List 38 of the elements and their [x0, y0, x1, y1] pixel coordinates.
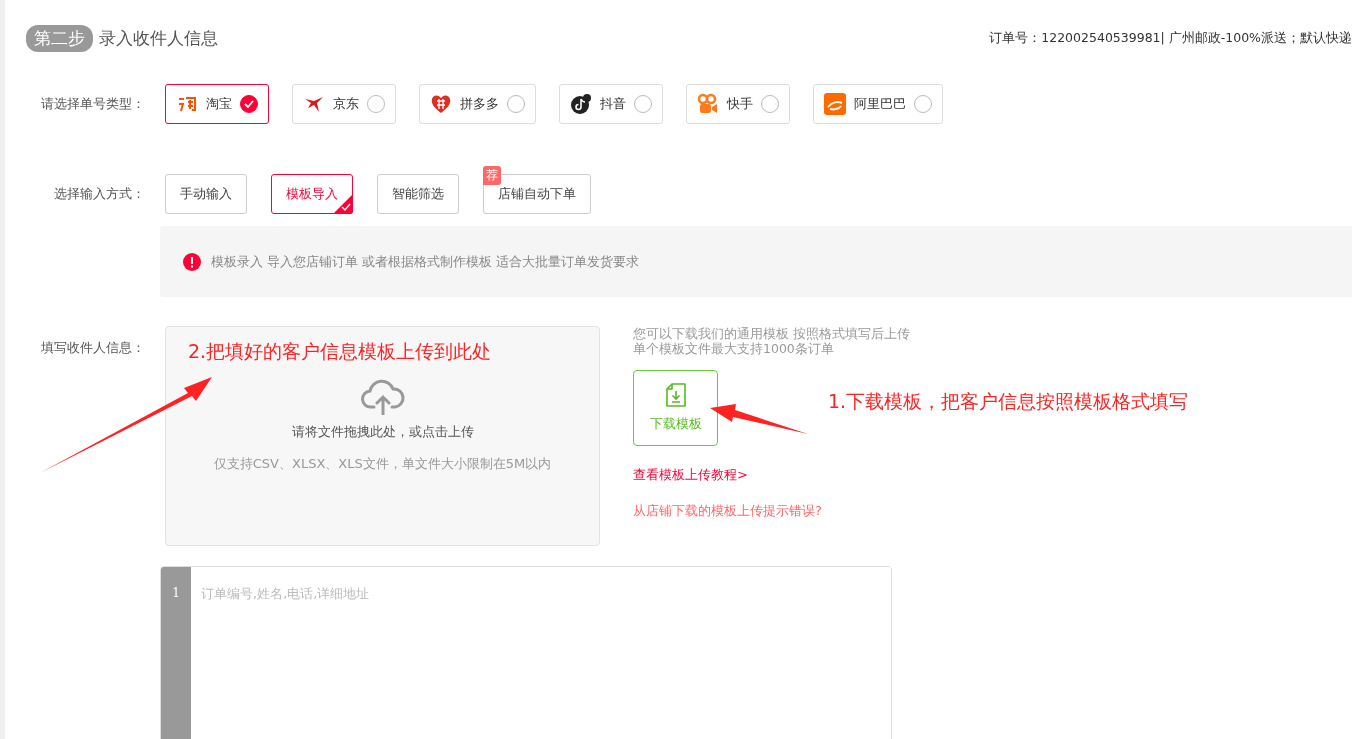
- radio-icon: [914, 95, 932, 113]
- input-method-option[interactable]: 模板导入: [271, 174, 353, 214]
- platform-option[interactable]: 快手: [686, 84, 790, 124]
- radio-icon: [634, 95, 652, 113]
- annotation-text: 2.把填好的客户信息模板上传到此处: [188, 339, 492, 364]
- radio-icon: [240, 95, 258, 113]
- music-note-logo-icon: [570, 93, 592, 115]
- input-method-option[interactable]: 手动输入: [165, 174, 247, 214]
- field-label: 选择输入方式：: [53, 185, 146, 203]
- tutorial-link[interactable]: 查看模板上传教程>: [633, 466, 748, 484]
- order-info: 订单号：122002540539981| 广州邮政-100%派送；默认快递: [989, 29, 1352, 47]
- heart-logo-icon: [430, 93, 452, 115]
- upload-prompt: 请将文件拖拽此处，或点击上传: [291, 423, 474, 441]
- upload-hint: 仅支持CSV、XLSX、XLS文件，单文件大小限制在5M以内: [213, 455, 552, 473]
- platform-option[interactable]: 抖音: [559, 84, 663, 124]
- template-hint: 您可以下载我们的通用模板 按照格式填写后上传: [633, 326, 910, 341]
- template-hint: 单个模板文件最大支持1000条订单: [633, 341, 834, 356]
- file-download-icon: [665, 383, 686, 407]
- annotation-text: 1.下载模板，把客户信息按照模板格式填写: [828, 389, 1189, 414]
- platform-option[interactable]: 拼多多: [419, 84, 536, 124]
- radio-icon: [761, 95, 779, 113]
- notice-text: 模板录入 导入您店铺订单 或者根据格式制作模板 适合大批量订单发货要求: [211, 252, 640, 271]
- platform-option[interactable]: 阿里巴巴: [813, 84, 943, 124]
- field-label: 填写收件人信息：: [40, 339, 146, 357]
- cloud-upload-icon: [359, 379, 406, 415]
- input-method-option[interactable]: 智能筛选: [377, 174, 459, 214]
- platform-option[interactable]: 淘宝: [165, 84, 269, 124]
- step-badge: 第二步: [26, 24, 93, 52]
- radio-icon: [507, 95, 525, 113]
- radio-icon: [367, 95, 385, 113]
- platform-option[interactable]: 京东: [292, 84, 396, 124]
- field-label: 请选择单号类型：: [40, 95, 146, 113]
- warning-icon: [183, 252, 201, 271]
- camera-logo-icon: [697, 93, 719, 115]
- recommend-badge: 荐: [483, 166, 501, 185]
- shop-logo-icon: [824, 93, 846, 115]
- line-number: 1: [172, 586, 180, 602]
- section-title: 录入收件人信息: [99, 26, 218, 50]
